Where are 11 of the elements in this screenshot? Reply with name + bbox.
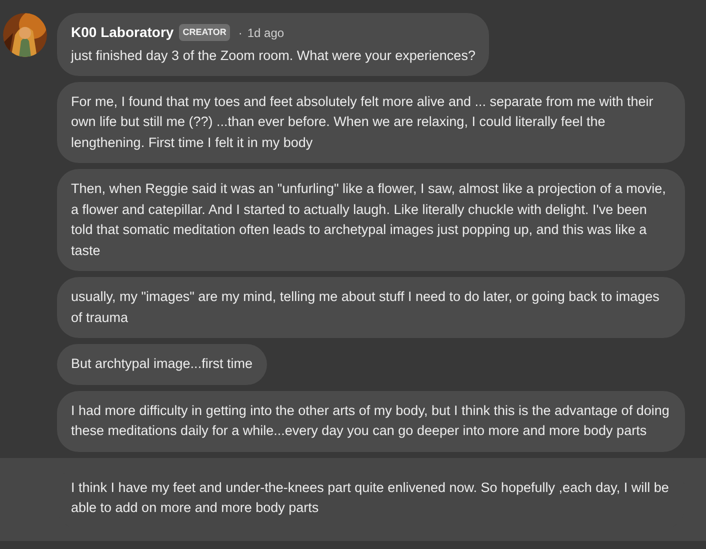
message-text: usually, my "images" are my mind, telling me about stuff I need to do later, or going back to images of trauma xyxy=(71,288,660,326)
author-name[interactable]: K00 Laboratory xyxy=(71,22,174,43)
message-text: just finished day 3 of the Zoom room. What were your experiences? xyxy=(71,47,476,65)
message-text: I had more difficulty in getting into the other arts of my body, but I think this is the advantage of doing these meditations daily for a while...every day you can go deeper into more and more body parts xyxy=(71,402,670,440)
message-text: For me, I found that my toes and feet absolutely felt more alive and ... separate from me with their own life but still me (??) ...than ever before. When we are relaxing, I could literally feel the lengthening. First time I felt it in my body xyxy=(71,92,654,152)
message-text: I think I have my feet and under-the-knees part quite enlivened now. So hopefully ,each day, I will be able to add on more and more body parts xyxy=(71,478,670,517)
timestamp: 1d ago xyxy=(247,24,284,42)
creator-badge: CREATOR xyxy=(178,24,230,42)
separator-dot: · xyxy=(238,24,242,42)
message-text: Then, when Reggie said it was an "unfurling" like a flower, I saw, almost like a projection of a movie, a flower and catepillar. And I started to actually laugh. Like literally chuckle with delight. I've been told that somatic meditation often leads to archetypal images just popping up, and this was like a taste xyxy=(71,180,667,260)
message-text: But archtypal image...first time xyxy=(71,355,253,373)
